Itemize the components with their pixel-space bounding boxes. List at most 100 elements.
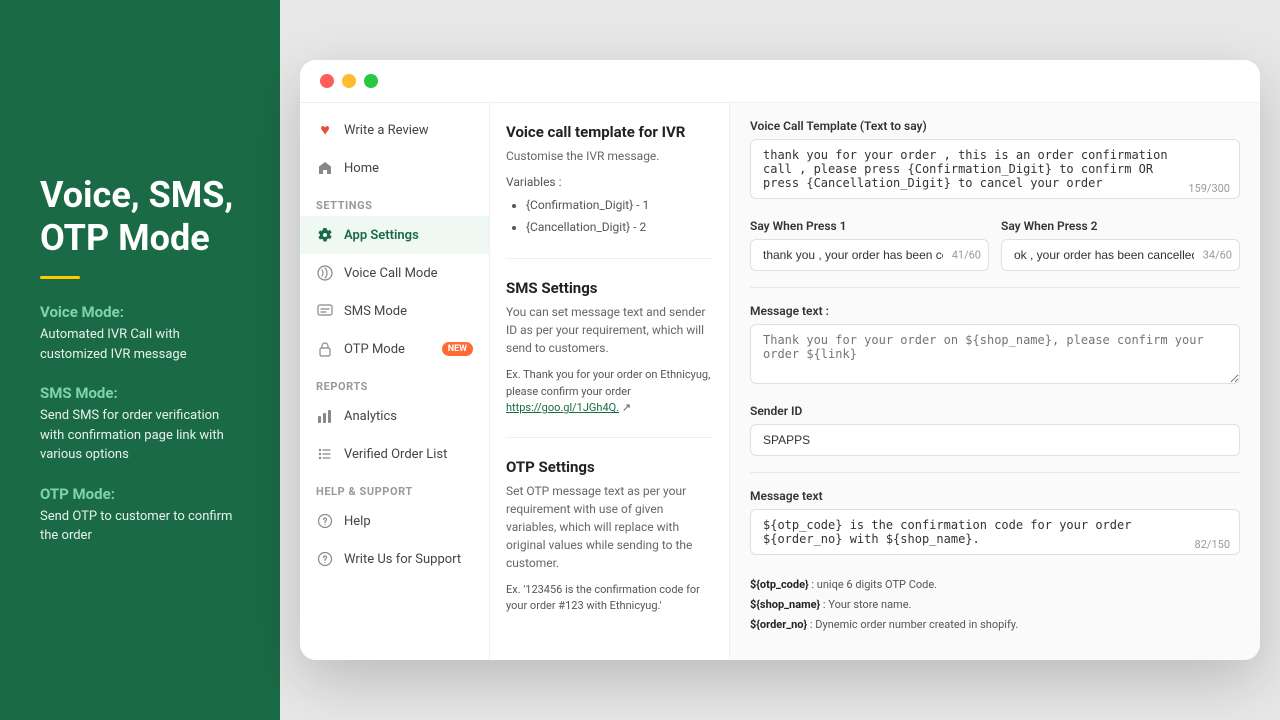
voice-template-char-count: 159/300 [1188,182,1230,195]
hero-voice-text: Automated IVR Call with customized IVR m… [40,325,240,364]
hero-sms-section: SMS Mode: Send SMS for order verificatio… [40,384,240,465]
hero-otp-text: Send OTP to customer to confirm the orde… [40,507,240,546]
press1-label: Say When Press 1 [750,219,989,233]
var-help-2: ${shop_name} : Your store name. [750,595,1240,615]
sidebar-item-write-support[interactable]: Write Us for Support [300,540,489,578]
sms-section-desc: You can set message text and sender ID a… [506,303,713,357]
right-panel: Voice Call Template (Text to say) thank … [730,103,1260,660]
sidebar-label-help: Help [344,514,371,529]
press1-char-count: 41/60 [952,249,981,262]
right-area: ♥ Write a Review Home SETTINGS [280,0,1280,720]
sidebar-item-write-review[interactable]: ♥ Write a Review [300,111,489,149]
sidebar-label-otp-mode: OTP Mode [344,342,405,357]
minimize-button[interactable] [342,74,356,88]
sidebar-item-verified-order-list[interactable]: Verified Order List [300,435,489,473]
voice-section-desc: Customise the IVR message. [506,147,713,165]
voice-template-input[interactable]: thank you for your order , this is an or… [750,139,1240,199]
var-otp-code: ${otp_code} [750,578,809,591]
sidebar-label-app-settings: App Settings [344,228,419,243]
settings-section-label: SETTINGS [300,187,489,216]
otp-section-title: OTP Settings [506,458,713,476]
sidebar-item-home[interactable]: Home [300,149,489,187]
otp-section-desc: Set OTP message text as per your require… [506,482,713,572]
main-content: Voice call template for IVR Customise th… [490,103,1260,660]
sidebar-label-sms-mode: SMS Mode [344,304,407,319]
hero-sms-heading: SMS Mode: [40,384,240,402]
sidebar: ♥ Write a Review Home SETTINGS [300,103,490,660]
var-help-1: ${otp_code} : uniqe 6 digits OTP Code. [750,575,1240,595]
hero-sms-text: Send SMS for order verification with con… [40,406,240,465]
voice-section: Voice call template for IVR Customise th… [506,123,713,238]
voice-template-label: Voice Call Template (Text to say) [750,119,1240,133]
sender-id-label: Sender ID [750,404,1240,418]
var-order-no-desc: : Dynemic order number created in shopif… [810,618,1018,631]
maximize-button[interactable] [364,74,378,88]
reports-section-label: REPORTS [300,368,489,397]
voice-var-2: {Cancellation_Digit} - 2 [526,217,713,239]
divider-1 [506,258,713,259]
otp-new-badge: New [442,342,473,356]
otp-char-count: 82/150 [1195,538,1230,551]
voice-template-group: Voice Call Template (Text to say) thank … [750,119,1240,203]
sidebar-item-analytics[interactable]: Analytics [300,397,489,435]
hero-voice-section: Voice Mode: Automated IVR Call with cust… [40,303,240,364]
sms-example: Ex. Thank you for your order on Ethnicyu… [506,367,713,417]
title-bar [300,60,1260,103]
sidebar-item-help[interactable]: Help [300,502,489,540]
gear-icon [316,226,334,244]
sms-message-group: Message text : [750,304,1240,388]
var-order-no: ${order_no} [750,618,807,631]
middle-column: Voice call template for IVR Customise th… [490,103,730,660]
sidebar-label-verified-order-list: Verified Order List [344,447,447,462]
sms-icon [316,302,334,320]
close-button[interactable] [320,74,334,88]
sidebar-label-write-review: Write a Review [344,123,429,138]
sidebar-item-sms-mode[interactable]: SMS Mode [300,292,489,330]
sms-link[interactable]: https://goo.gl/1JGh4Q. [506,401,619,414]
sms-message-input[interactable] [750,324,1240,384]
phone-icon [316,264,334,282]
window-body: ♥ Write a Review Home SETTINGS [300,103,1260,660]
home-icon [316,159,334,177]
sms-link-icon: ↗ [622,401,631,414]
panel-divider-2 [750,472,1240,473]
var-help: ${otp_code} : uniqe 6 digits OTP Code. $… [750,575,1240,634]
otp-message-input[interactable]: ${otp_code} is the confirmation code for… [750,509,1240,555]
divider-2 [506,437,713,438]
lock-icon [316,340,334,358]
panel-divider-1 [750,287,1240,288]
sms-example-text: Ex. Thank you for your order on Ethnicyu… [506,368,710,398]
app-window: ♥ Write a Review Home SETTINGS [300,60,1260,660]
otp-message-group: Message text ${otp_code} is the confirma… [750,489,1240,559]
heart-icon: ♥ [316,121,334,139]
sidebar-item-otp-mode[interactable]: OTP Mode New [300,330,489,368]
otp-message-label: Message text [750,489,1240,503]
sidebar-label-home: Home [344,161,379,176]
press2-char-count: 34/60 [1203,249,1232,262]
sidebar-item-app-settings[interactable]: App Settings [300,216,489,254]
sms-message-label: Message text : [750,304,1240,318]
list-icon [316,445,334,463]
hero-panel: Voice, SMS, OTP Mode Voice Mode: Automat… [0,0,280,720]
sidebar-label-voice-call-mode: Voice Call Mode [344,266,438,281]
press-fields-row: Say When Press 1 41/60 Say When Press 2 … [750,219,1240,271]
hero-voice-heading: Voice Mode: [40,303,240,321]
sidebar-item-voice-call-mode[interactable]: Voice Call Mode [300,254,489,292]
sender-id-group: Sender ID [750,404,1240,456]
var-shop-name-desc: : Your store name. [823,598,912,611]
help-section-label: HELP & SUPPORT [300,473,489,502]
otp-section: OTP Settings Set OTP message text as per… [506,458,713,615]
question-circle-icon [316,550,334,568]
sender-id-input[interactable] [750,424,1240,456]
var-shop-name: ${shop_name} [750,598,820,611]
sidebar-label-analytics: Analytics [344,409,397,424]
hero-otp-section: OTP Mode: Send OTP to customer to confir… [40,485,240,546]
chart-icon [316,407,334,425]
var-otp-code-desc: : uniqe 6 digits OTP Code. [811,578,937,591]
hero-title: Voice, SMS, OTP Mode [40,174,240,260]
question-icon [316,512,334,530]
press2-label: Say When Press 2 [1001,219,1240,233]
hero-divider [40,276,80,279]
voice-vars-label: Variables : [506,175,713,189]
voice-vars-list: {Confirmation_Digit} - 1 {Cancellation_D… [506,195,713,238]
